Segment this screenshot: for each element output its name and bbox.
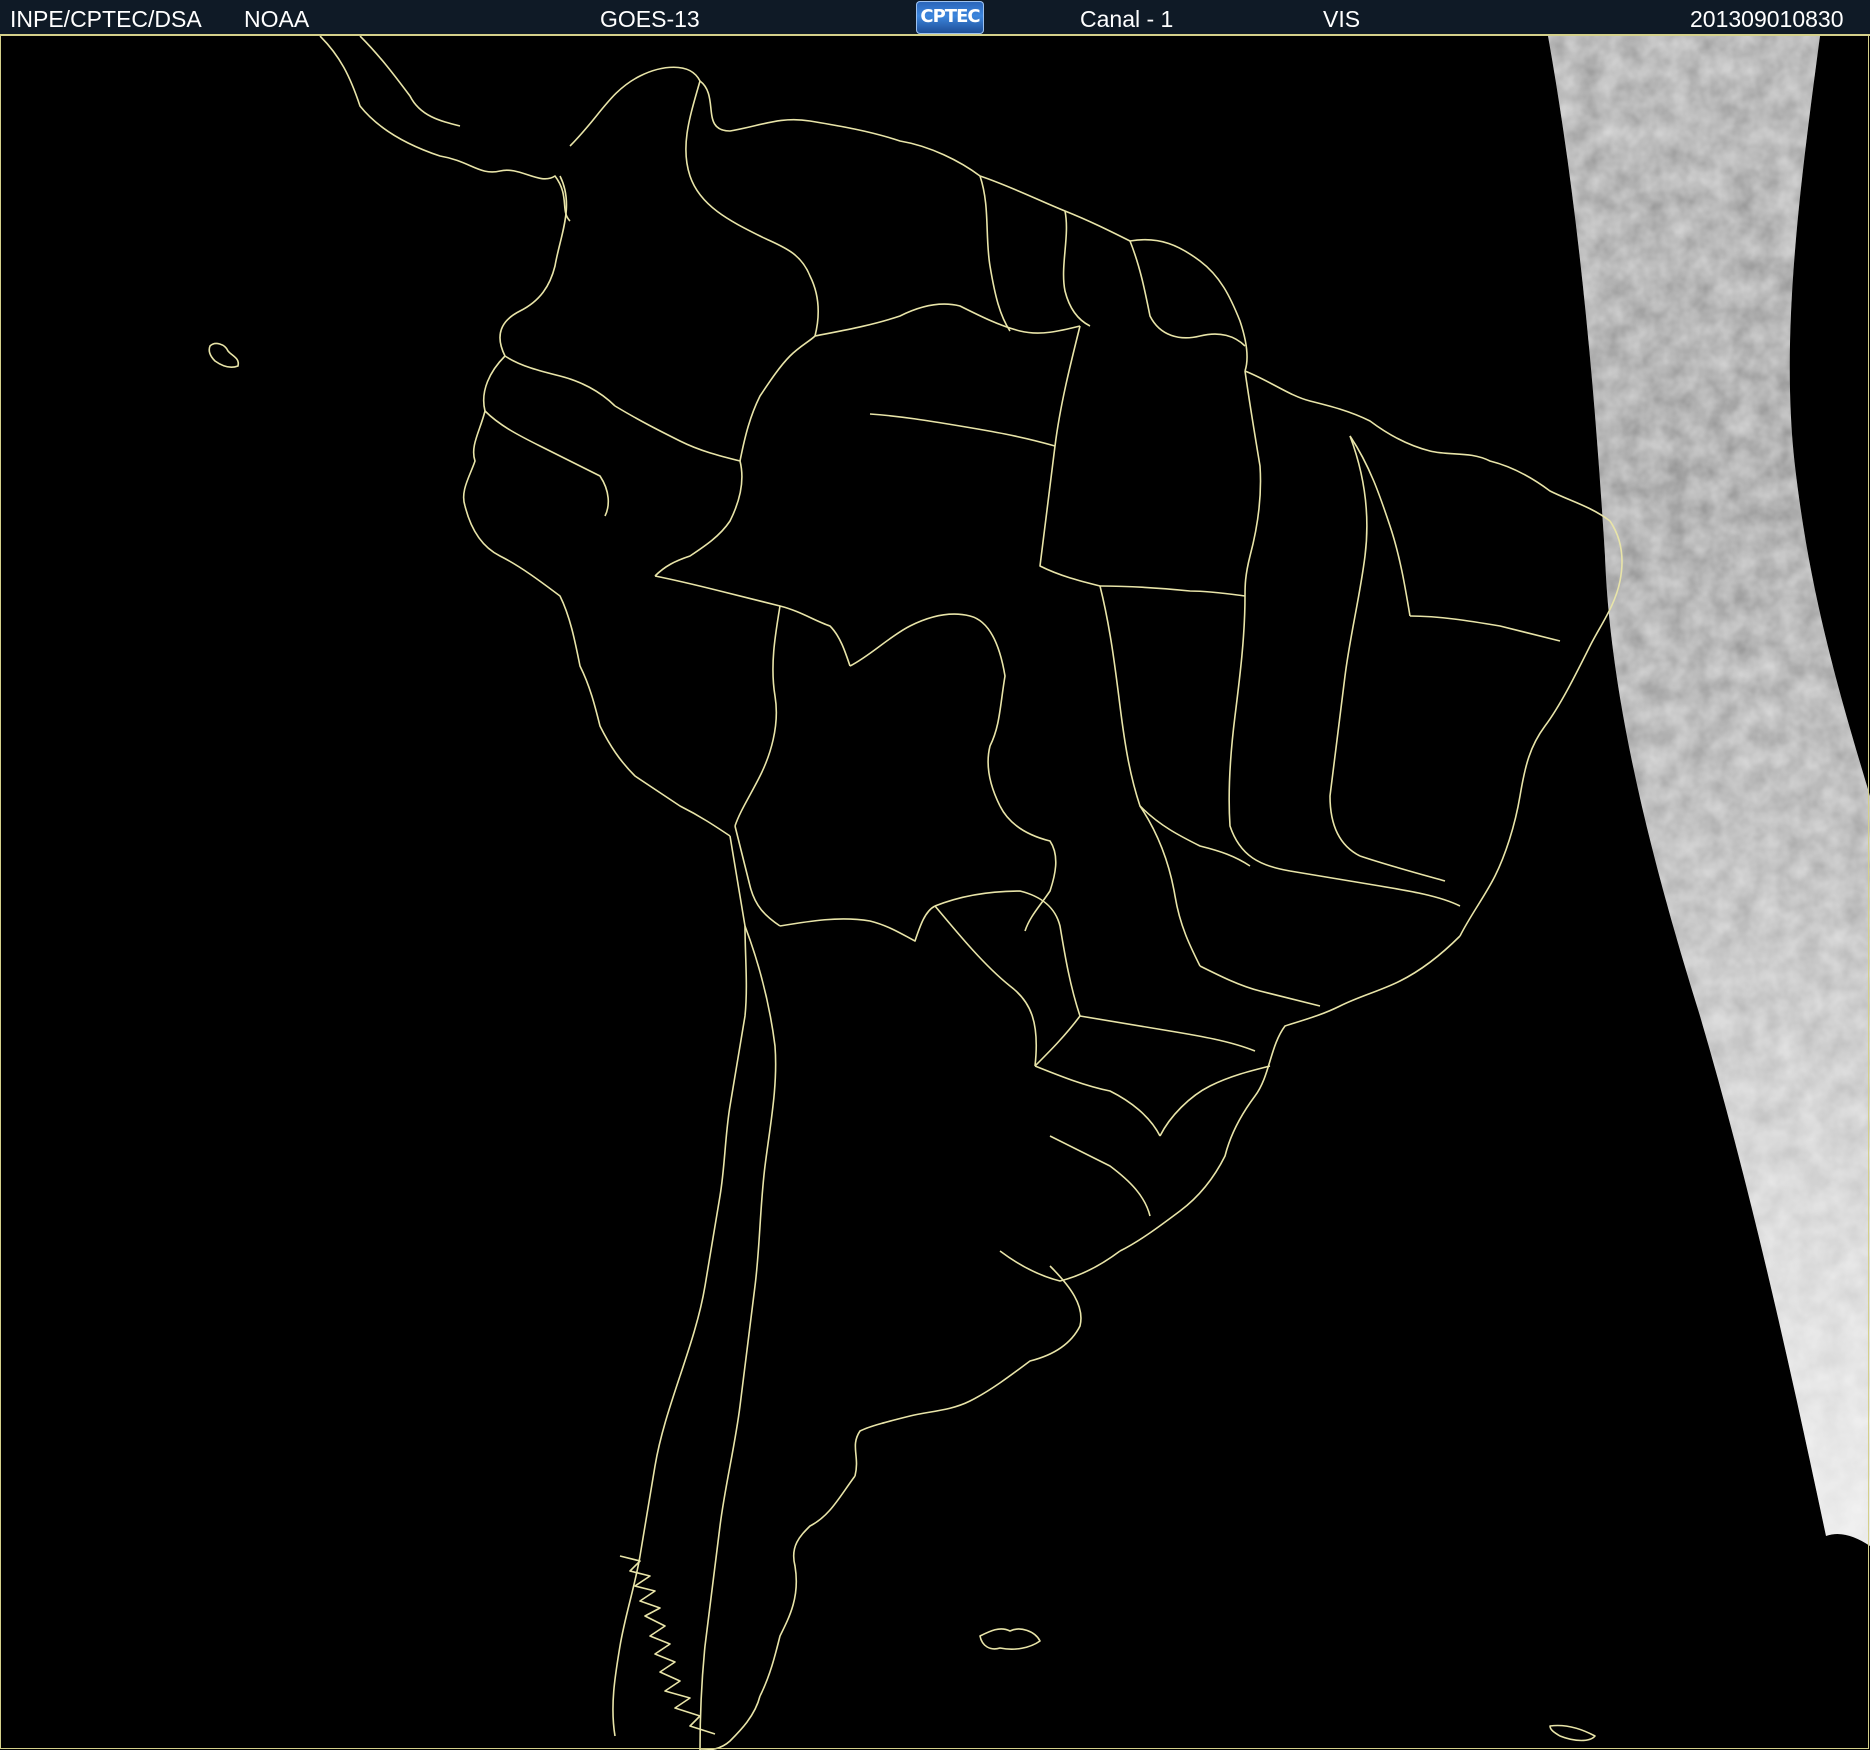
venezuela-brazil-border [814,303,1081,337]
ecuador-peru-border [484,410,610,517]
brazil-state-8 [1329,435,1368,857]
timestamp-label: 201309010830 [1690,6,1844,32]
source-label: NOAA [244,6,310,32]
brazil-state-4 [1228,595,1291,872]
channel-label: Canal - 1 [1080,6,1174,32]
guyana-border [979,175,1011,332]
header-bar: INPE/CPTEC/DSA NOAA GOES-13 CPTEC Canal … [0,0,1870,36]
logo-text: CPTEC [920,6,980,27]
patagonia-coast [759,1475,856,1697]
argentina-chile-border [699,925,777,1750]
patagonia-south [699,1695,761,1750]
brazil-state-5 [1289,870,1461,907]
ne-brazil-coast [1459,520,1623,937]
brazil-state-7 [1409,615,1561,642]
satellite-map [0,36,1870,1750]
north-brazil-coast [1244,370,1611,522]
satellite-label: GOES-13 [600,6,700,32]
colombia-brazil-border [739,335,816,462]
se-brazil-coast [1119,935,1461,1252]
bolivia-paraguay-border [999,805,1057,932]
south-georgia [1549,1724,1596,1742]
brazil-state-3 [1244,370,1262,597]
brazil-state-9 [1359,855,1446,882]
suriname-border [1062,210,1091,327]
central-america-coast [319,36,571,222]
brazil-state-15 [869,413,1056,447]
brazil-state-14 [1079,1015,1256,1052]
galapagos-islands [208,342,240,368]
argentina-east-coast [854,1265,1082,1477]
panama-coast [499,175,568,357]
borders [208,36,1623,1750]
pacific-north-coast [462,355,506,507]
brazil-state-10 [1099,585,1251,867]
central-america-coast-2 [359,36,461,127]
peru-bolivia-border [734,605,781,827]
pacific-coast-chile-north [679,835,748,1377]
uruguay-border [1049,1135,1151,1217]
argentina-brazil-border [1034,1065,1161,1137]
brazil-state-2 [1099,585,1246,597]
band-label: VIS [1323,6,1361,32]
brazil-state-1 [1039,325,1101,587]
caribbean-coast [569,66,1131,242]
bolivia-argentina-border [779,905,936,942]
peru-brazil-border [654,575,851,667]
cptec-logo-icon: CPTEC [916,1,984,34]
colombia-peru-border [614,405,743,577]
brazil-state-13 [1159,1065,1271,1137]
falkland-islands [979,1628,1041,1650]
map-svg [208,36,1870,1750]
brazil-state-12 [1199,965,1321,1007]
bolivia-brazil-border [849,613,1006,807]
agency-label: INPE/CPTEC/DSA [10,6,202,32]
daylight-cloud-band [1548,36,1870,1546]
paraguay-border [934,890,1081,1067]
paraguay-argentina-border [934,905,1038,1067]
colombia-ecuador-border [504,355,616,407]
